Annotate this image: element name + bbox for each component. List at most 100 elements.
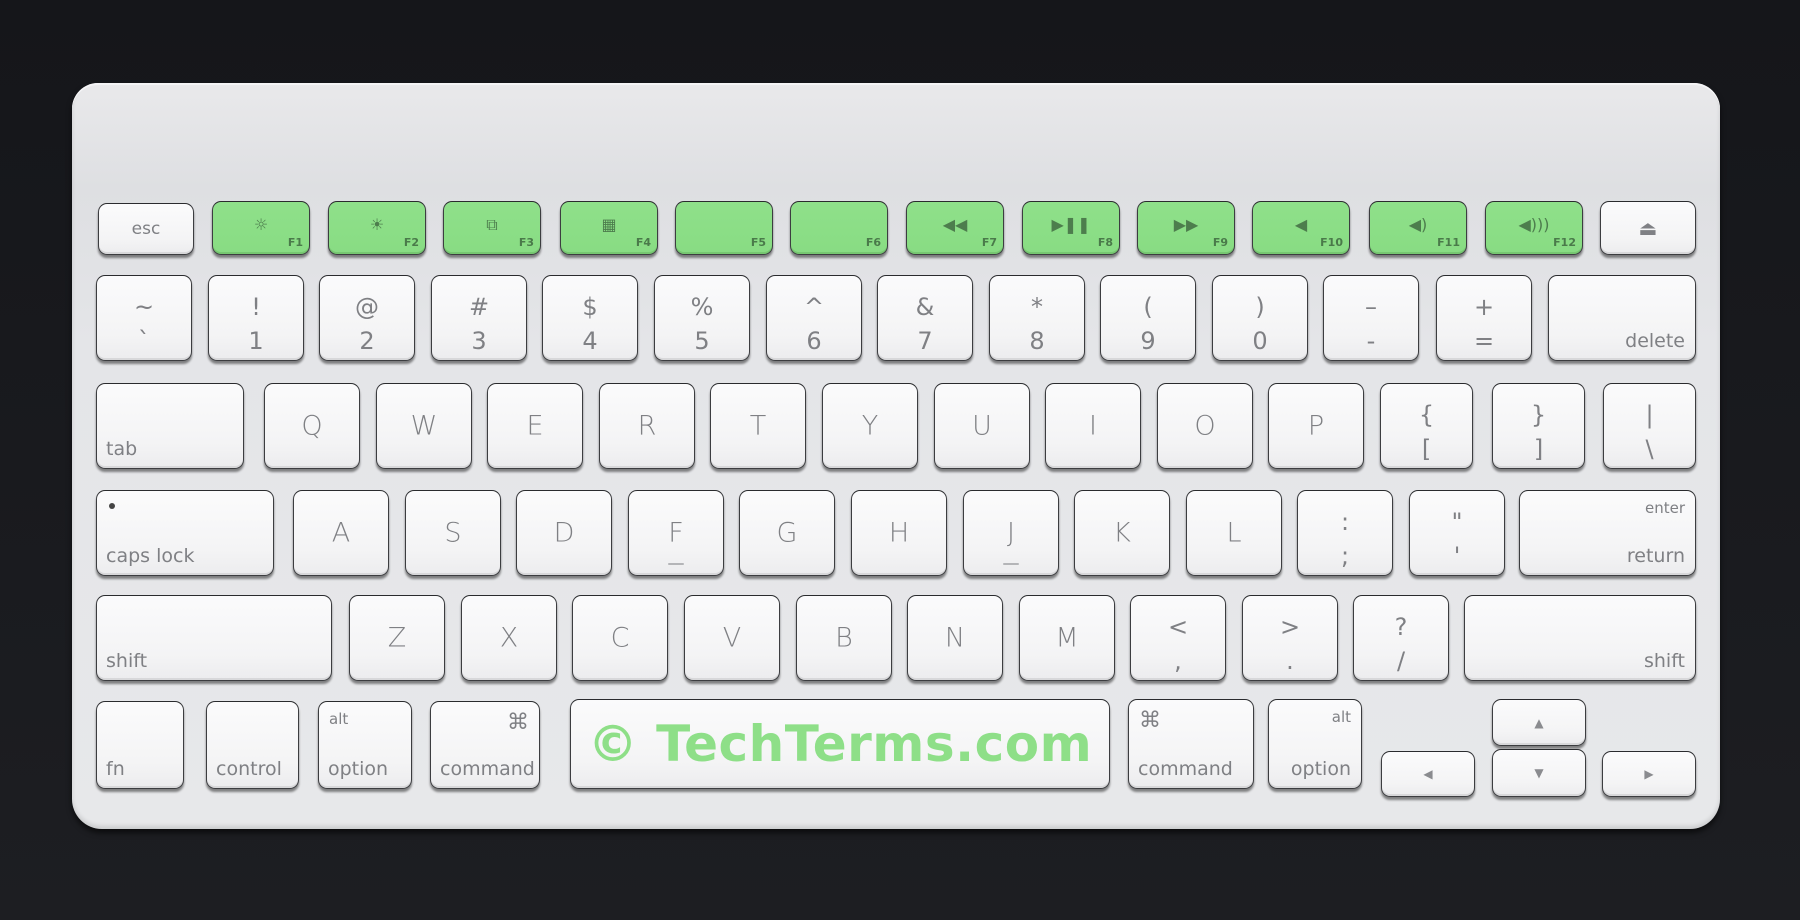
- key-f10[interactable]: ◀ F10: [1252, 201, 1350, 255]
- key-shift-symbol: +: [1473, 293, 1495, 321]
- key-letter[interactable]: H: [851, 490, 947, 576]
- key-bracket-2[interactable]: | \: [1603, 383, 1696, 469]
- key-base-symbol: 3: [471, 327, 487, 355]
- key-command-left[interactable]: ⌘ command: [430, 701, 540, 789]
- fkey-label: F10: [1320, 236, 1343, 249]
- key-label: command: [1138, 758, 1233, 780]
- key-letter[interactable]: I: [1045, 383, 1141, 469]
- key-letter[interactable]: W: [376, 383, 472, 469]
- key-letter[interactable]: Q: [264, 383, 360, 469]
- key-shift-left[interactable]: shift: [96, 595, 332, 681]
- key-letter[interactable]: T: [710, 383, 806, 469]
- key-punct-0[interactable]: :;: [1297, 490, 1393, 576]
- key-letter[interactable]: F: [628, 490, 724, 576]
- key-letter[interactable]: J: [963, 490, 1059, 576]
- key-delete[interactable]: delete: [1548, 275, 1696, 361]
- arrow-up-icon: ▲: [1534, 715, 1544, 730]
- key-f6[interactable]: F6: [790, 201, 888, 255]
- key-label: U: [972, 410, 992, 442]
- key-letter[interactable]: L: [1186, 490, 1282, 576]
- key-number-3[interactable]: #3: [431, 275, 527, 361]
- key-letter[interactable]: M: [1019, 595, 1115, 681]
- key-caps-lock[interactable]: caps lock: [96, 490, 274, 576]
- key-esc[interactable]: esc: [98, 203, 194, 255]
- key-shift-symbol: {: [1418, 401, 1435, 429]
- key-punct-bottom-1[interactable]: >.: [1242, 595, 1338, 681]
- key-command-right[interactable]: ⌘ command: [1128, 699, 1254, 789]
- key-punct-bottom-0[interactable]: <,: [1130, 595, 1226, 681]
- key-letter[interactable]: K: [1074, 490, 1170, 576]
- key-control[interactable]: control: [206, 701, 299, 789]
- key-number-8[interactable]: * 8: [989, 275, 1085, 361]
- key-option-right[interactable]: alt option: [1268, 699, 1362, 789]
- key-f11[interactable]: ◀) F11: [1369, 201, 1467, 255]
- key-punct-1[interactable]: " ': [1409, 490, 1505, 576]
- key-number-4[interactable]: $4: [542, 275, 638, 361]
- key-letter[interactable]: X: [461, 595, 557, 681]
- key-legend: {[: [1381, 398, 1472, 466]
- key-number-12[interactable]: + =: [1436, 275, 1532, 361]
- key-f12[interactable]: ◀))) F12: [1485, 201, 1583, 255]
- key-letter[interactable]: Y: [822, 383, 918, 469]
- key-letter[interactable]: C: [572, 595, 668, 681]
- fkey-icon: ☀: [369, 215, 385, 234]
- key-label-option: option: [1290, 758, 1351, 780]
- key-number-0[interactable]: ~ `: [96, 275, 192, 361]
- key-number-10[interactable]: ) 0: [1212, 275, 1308, 361]
- key-space[interactable]: © TechTerms.com: [570, 699, 1110, 789]
- key-letter[interactable]: U: [934, 383, 1030, 469]
- key-letter[interactable]: N: [907, 595, 1003, 681]
- key-f7[interactable]: ◀◀ F7: [906, 201, 1004, 255]
- key-letter[interactable]: P: [1268, 383, 1364, 469]
- key-fn[interactable]: fn: [96, 701, 184, 789]
- key-number-7[interactable]: & 7: [877, 275, 973, 361]
- fkey-icon: ◀): [1408, 215, 1428, 234]
- key-f9[interactable]: ▶▶ F9: [1137, 201, 1235, 255]
- key-f2[interactable]: ☀ F2: [328, 201, 426, 255]
- key-option-left[interactable]: alt option: [318, 701, 412, 789]
- key-return[interactable]: enter return: [1519, 490, 1696, 576]
- key-letter[interactable]: E: [487, 383, 583, 469]
- key-base-symbol: `: [138, 327, 150, 355]
- key-punct-bottom-2[interactable]: ? /: [1353, 595, 1449, 681]
- key-bracket-0[interactable]: {[: [1380, 383, 1473, 469]
- key-number-9[interactable]: (9: [1100, 275, 1196, 361]
- key-f8[interactable]: ▶❚❚ F8: [1022, 201, 1120, 255]
- key-letter[interactable]: S: [405, 490, 501, 576]
- key-letter[interactable]: B: [796, 595, 892, 681]
- key-letter[interactable]: V: [684, 595, 780, 681]
- key-number-1[interactable]: ! 1: [208, 275, 304, 361]
- key-label: F: [668, 517, 684, 549]
- key-f3[interactable]: ⧉ F3: [443, 201, 541, 255]
- key-tab[interactable]: tab: [96, 383, 244, 469]
- key-shift-right[interactable]: shift: [1464, 595, 1696, 681]
- key-f4[interactable]: ▦ F4: [560, 201, 658, 255]
- key-number-11[interactable]: – -: [1323, 275, 1419, 361]
- key-letter[interactable]: G: [739, 490, 835, 576]
- key-shift-symbol: $: [582, 293, 598, 321]
- key-letter[interactable]: O: [1157, 383, 1253, 469]
- key-arrow-left[interactable]: ◀: [1381, 751, 1475, 797]
- key-shift-symbol: –: [1365, 293, 1377, 321]
- key-f5[interactable]: F5: [675, 201, 773, 255]
- key-number-2[interactable]: @2: [319, 275, 415, 361]
- key-legend: + =: [1437, 290, 1531, 358]
- key-legend: ) 0: [1213, 290, 1307, 358]
- key-bracket-1[interactable]: }]: [1492, 383, 1585, 469]
- fkey-label: F7: [981, 236, 997, 249]
- key-f1[interactable]: ☼ F1: [212, 201, 310, 255]
- key-shift-symbol: ~: [133, 293, 155, 321]
- key-eject[interactable]: ⏏: [1600, 201, 1696, 255]
- key-arrow-down[interactable]: ▼: [1492, 749, 1586, 797]
- key-number-6[interactable]: ^ 6: [766, 275, 862, 361]
- key-letter[interactable]: D: [516, 490, 612, 576]
- key-letter[interactable]: R: [599, 383, 695, 469]
- key-arrow-right[interactable]: ▶: [1602, 751, 1696, 797]
- key-letter[interactable]: A: [293, 490, 389, 576]
- key-arrow-up[interactable]: ▲: [1492, 699, 1586, 746]
- key-letter[interactable]: Z: [349, 595, 445, 681]
- key-legend: ~ `: [97, 290, 191, 358]
- key-number-5[interactable]: % 5: [654, 275, 750, 361]
- arrow-down-icon: ▼: [1534, 766, 1544, 780]
- key-label: shift: [1643, 650, 1685, 672]
